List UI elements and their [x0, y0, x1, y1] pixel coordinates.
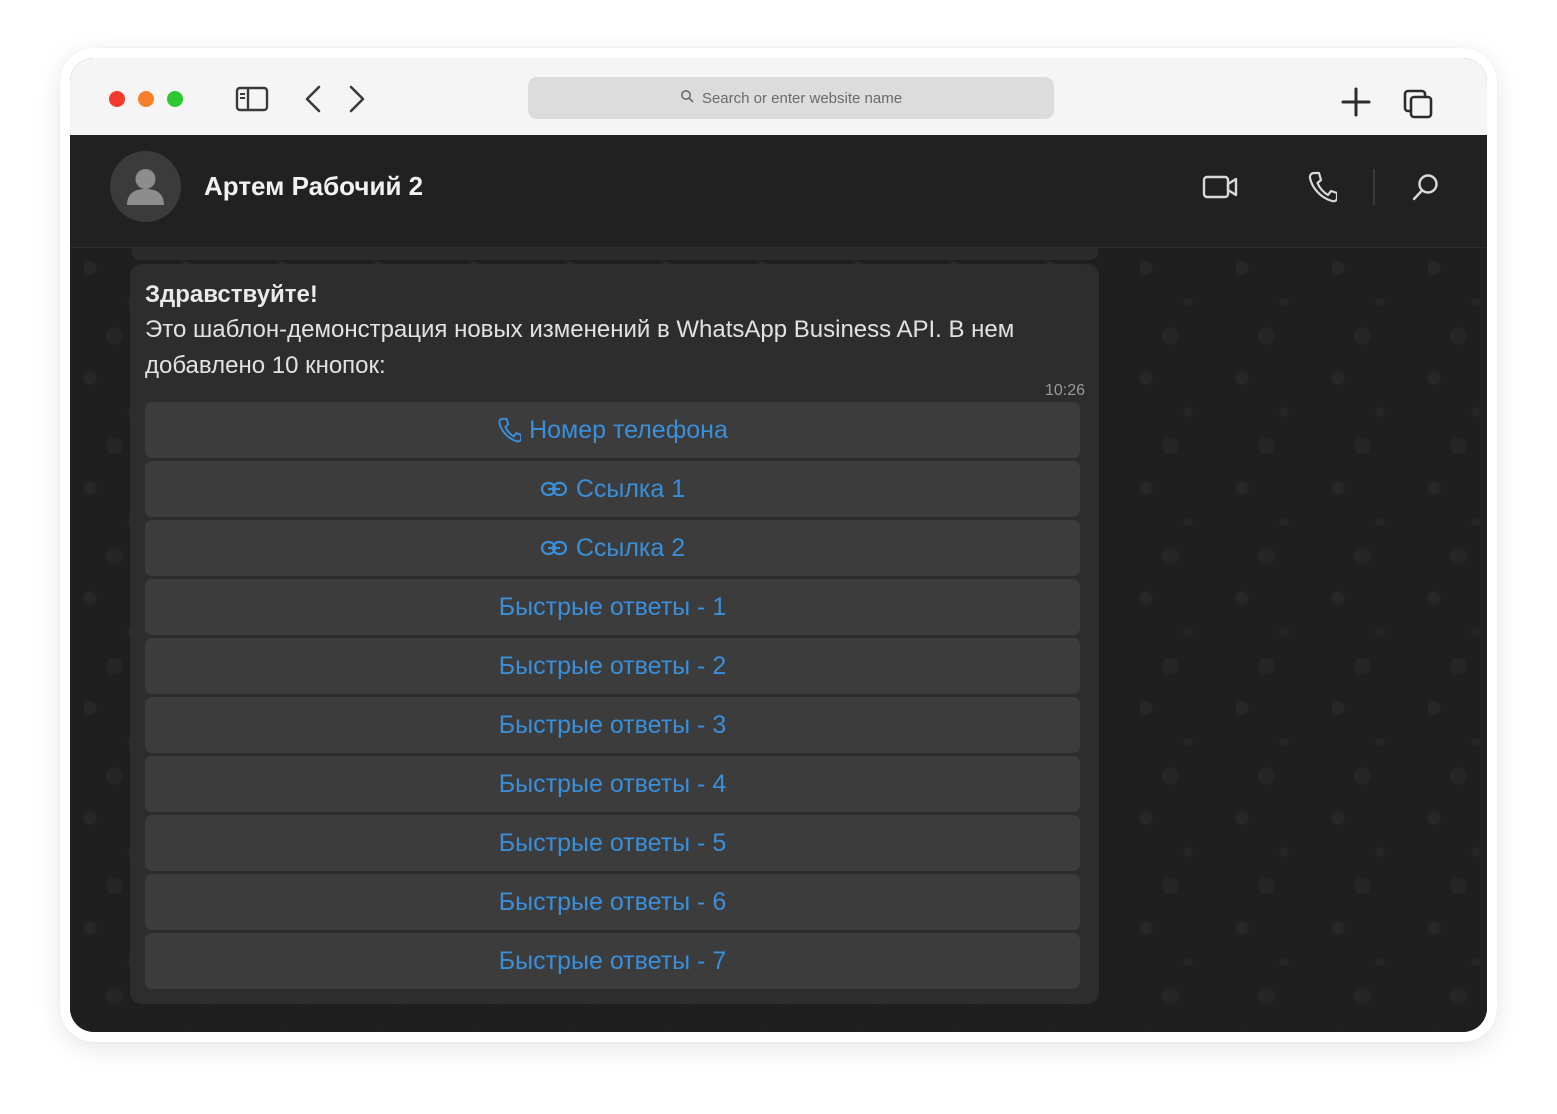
- button-label: Быстрые ответы - 3: [498, 710, 727, 739]
- video-icon[interactable]: [1200, 169, 1240, 205]
- user-icon: [127, 169, 164, 205]
- tabs-icon[interactable]: [1398, 84, 1438, 124]
- plus-icon[interactable]: [1336, 82, 1376, 122]
- chevron-left-icon[interactable]: [298, 82, 328, 116]
- message-body: Это шаблон-демонстрация новых изменений …: [145, 316, 1015, 379]
- header-divider: [1373, 169, 1375, 205]
- link-icon: [540, 481, 567, 497]
- quick-reply-1-button[interactable]: Быстрые ответы - 1: [145, 579, 1080, 635]
- link-icon: [540, 540, 567, 556]
- contact-name[interactable]: Артем Рабочий 2: [204, 169, 423, 203]
- quick-reply-3-button[interactable]: Быстрые ответы - 3: [145, 697, 1080, 753]
- message-buttons: Номер телефона Ссылка 1 Ссылка 2 Быстрые…: [145, 402, 1080, 992]
- quick-reply-6-button[interactable]: Быстрые ответы - 6: [145, 874, 1080, 930]
- address-placeholder: Search or enter website name: [701, 89, 903, 107]
- message-bubble: Здравствуйте! Это шаблон-демонстрация но…: [130, 264, 1099, 1004]
- button-label: Номер телефона: [529, 415, 728, 444]
- button-label: Быстрые ответы - 7: [498, 946, 727, 975]
- previous-message-bubble: [132, 248, 1098, 260]
- button-label: Быстрые ответы - 1: [498, 592, 727, 621]
- button-label: Быстрые ответы - 6: [498, 887, 727, 916]
- search-icon[interactable]: [1408, 169, 1444, 205]
- chat-area: Здравствуйте! Это шаблон-демонстрация но…: [70, 248, 1487, 1032]
- button-label: Ссылка 1: [575, 474, 686, 503]
- browser-window: Search or enter website name Артем Рабоч…: [70, 58, 1487, 1032]
- minimize-window-button[interactable]: [138, 91, 154, 107]
- message-title: Здравствуйте!: [145, 281, 318, 308]
- quick-reply-4-button[interactable]: Быстрые ответы - 4: [145, 756, 1080, 812]
- close-window-button[interactable]: [109, 91, 125, 107]
- search-icon: [680, 89, 694, 107]
- button-label: Быстрые ответы - 5: [498, 828, 727, 857]
- button-label: Ссылка 2: [575, 533, 686, 562]
- address-bar[interactable]: Search or enter website name: [528, 77, 1054, 119]
- button-label: Быстрые ответы - 4: [498, 769, 727, 798]
- quick-reply-5-button[interactable]: Быстрые ответы - 5: [145, 815, 1080, 871]
- link-1-button[interactable]: Ссылка 1: [145, 461, 1080, 517]
- chevron-right-icon[interactable]: [342, 82, 372, 116]
- sidebar-icon[interactable]: [234, 84, 270, 114]
- chat-header: Артем Рабочий 2: [70, 135, 1487, 248]
- button-label: Быстрые ответы - 2: [498, 651, 727, 680]
- avatar[interactable]: [110, 151, 181, 222]
- quick-reply-7-button[interactable]: Быстрые ответы - 7: [145, 933, 1080, 989]
- link-2-button[interactable]: Ссылка 2: [145, 520, 1080, 576]
- phone-icon[interactable]: [1304, 167, 1340, 207]
- maximize-window-button[interactable]: [167, 91, 183, 107]
- phone-number-button[interactable]: Номер телефона: [145, 402, 1080, 458]
- browser-toolbar: Search or enter website name: [70, 58, 1487, 135]
- message-time: 10:26: [1044, 382, 1085, 399]
- quick-reply-2-button[interactable]: Быстрые ответы - 2: [145, 638, 1080, 694]
- phone-icon: [498, 417, 522, 443]
